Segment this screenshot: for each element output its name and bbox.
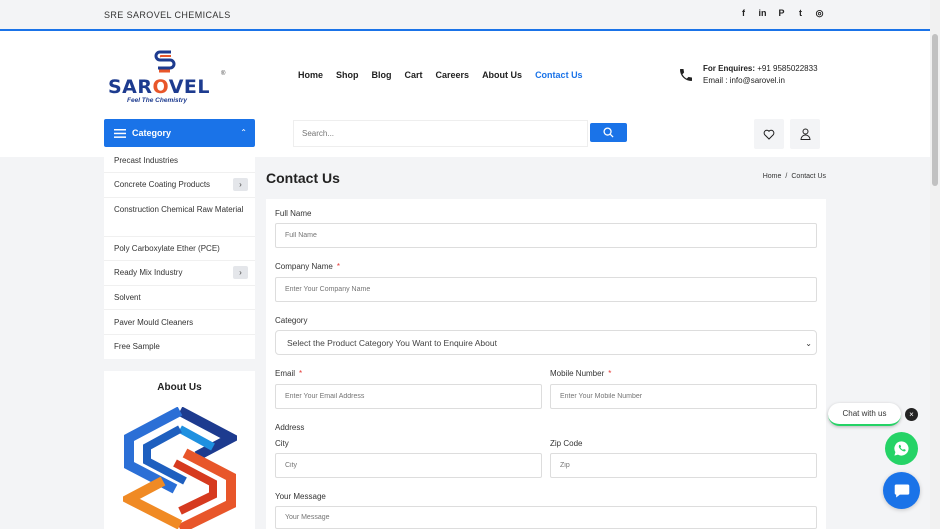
nav-blog[interactable]: Blog bbox=[372, 70, 392, 80]
wishlist-button[interactable] bbox=[754, 119, 784, 149]
breadcrumb: Home / Contact Us bbox=[762, 173, 826, 180]
address-label: Address bbox=[275, 423, 305, 432]
category-item[interactable]: Paver Mould Cleaners bbox=[104, 310, 255, 335]
zip-code-field[interactable] bbox=[550, 453, 817, 478]
city-field[interactable] bbox=[275, 453, 542, 478]
site-logo[interactable]: SAROVEL ® Feel The Chemistry bbox=[108, 49, 230, 105]
logo-registered-mark: ® bbox=[221, 71, 226, 77]
company-name-field[interactable] bbox=[275, 277, 817, 302]
facebook-icon[interactable]: f bbox=[739, 8, 748, 19]
scrollbar-thumb[interactable] bbox=[932, 34, 938, 186]
email-label: Email * bbox=[275, 369, 303, 378]
page-scrollbar[interactable] bbox=[930, 0, 940, 529]
category-select[interactable]: Select the Product Category You Want to … bbox=[275, 330, 817, 355]
logo-mark-icon bbox=[154, 50, 176, 73]
search-input[interactable] bbox=[293, 120, 588, 147]
chevron-down-icon: ⌄ bbox=[805, 339, 812, 348]
chevron-right-icon[interactable]: › bbox=[233, 178, 248, 191]
category-item[interactable]: Ready Mix Industry › bbox=[104, 261, 255, 286]
city-label: City bbox=[275, 439, 289, 448]
top-bar-brand: SRE SAROVEL CHEMICALS bbox=[104, 10, 231, 20]
phone-icon bbox=[680, 69, 692, 81]
nav-cart[interactable]: Cart bbox=[405, 70, 423, 80]
chat-with-us-bubble[interactable]: Chat with us bbox=[828, 403, 901, 426]
zip-code-label: Zip Code bbox=[550, 439, 583, 448]
twitter-icon[interactable]: t bbox=[796, 8, 805, 19]
category-label: Category bbox=[275, 316, 308, 325]
category-list: Precast Industries Concrete Coating Prod… bbox=[104, 149, 255, 359]
category-item[interactable]: Construction Chemical Raw Material bbox=[104, 198, 255, 237]
category-toggle-button[interactable]: Category ⌃ bbox=[104, 119, 255, 147]
nav-home[interactable]: Home bbox=[298, 70, 323, 80]
linkedin-icon[interactable]: in bbox=[758, 8, 767, 19]
message-label: Your Message bbox=[275, 492, 326, 501]
mobile-number-field[interactable] bbox=[550, 384, 817, 409]
main-nav: Home Shop Blog Cart Careers About Us Con… bbox=[298, 70, 596, 80]
category-item[interactable]: Concrete Coating Products › bbox=[104, 173, 255, 198]
pinterest-icon[interactable]: P bbox=[777, 8, 786, 19]
nav-shop[interactable]: Shop bbox=[336, 70, 359, 80]
close-icon[interactable]: × bbox=[905, 408, 918, 421]
logo-wordmark: SAROVEL bbox=[108, 76, 210, 98]
whatsapp-button[interactable] bbox=[885, 432, 918, 465]
search-bar bbox=[293, 120, 627, 147]
account-button[interactable] bbox=[790, 119, 820, 149]
sarovel-logo-mark-icon bbox=[123, 407, 237, 529]
nav-careers[interactable]: Careers bbox=[436, 70, 470, 80]
messenger-button[interactable] bbox=[883, 472, 920, 509]
search-icon bbox=[603, 127, 614, 138]
heart-icon bbox=[763, 129, 775, 140]
category-item[interactable]: Solvent bbox=[104, 286, 255, 310]
chat-bubble-icon bbox=[894, 483, 909, 498]
logo-tagline: Feel The Chemistry bbox=[127, 97, 187, 104]
site-header: SAROVEL ® Feel The Chemistry Home Shop B… bbox=[0, 33, 930, 157]
menu-icon bbox=[114, 128, 126, 138]
instagram-icon[interactable]: ◎ bbox=[815, 8, 824, 19]
message-field[interactable] bbox=[275, 506, 817, 529]
about-heading: About Us bbox=[157, 382, 202, 393]
top-bar: SRE SAROVEL CHEMICALS f in P t ◎ bbox=[0, 0, 940, 31]
about-widget: About Us bbox=[104, 371, 255, 529]
category-item[interactable]: Free Sample bbox=[104, 335, 255, 359]
breadcrumb-home[interactable]: Home bbox=[763, 173, 782, 180]
contact-form: Full Name Company Name* Category Select … bbox=[266, 199, 826, 529]
company-name-label: Company Name * bbox=[275, 262, 340, 271]
email-field[interactable] bbox=[275, 384, 542, 409]
chevron-up-icon: ⌃ bbox=[240, 128, 247, 137]
category-item[interactable]: Precast Industries bbox=[104, 149, 255, 173]
breadcrumb-current: Contact Us bbox=[791, 173, 826, 180]
category-button-label: Category bbox=[132, 128, 172, 138]
full-name-label: Full Name bbox=[275, 209, 312, 218]
nav-about-us[interactable]: About Us bbox=[482, 70, 522, 80]
category-item[interactable]: Poly Carboxylate Ether (PCE) bbox=[104, 237, 255, 261]
whatsapp-icon bbox=[894, 441, 909, 456]
enquiry-phone[interactable]: For Enquires: +91 9585022833 bbox=[703, 64, 818, 73]
user-icon bbox=[799, 128, 811, 140]
social-links: f in P t ◎ bbox=[739, 8, 824, 19]
page-title: Contact Us bbox=[266, 170, 340, 186]
full-name-field[interactable] bbox=[275, 223, 817, 248]
enquiry-email[interactable]: Email : info@sarovel.in bbox=[703, 76, 785, 85]
nav-contact-us[interactable]: Contact Us bbox=[535, 70, 583, 80]
mobile-number-label: Mobile Number * bbox=[550, 369, 612, 378]
search-button[interactable] bbox=[590, 123, 627, 142]
chevron-right-icon[interactable]: › bbox=[233, 266, 248, 279]
